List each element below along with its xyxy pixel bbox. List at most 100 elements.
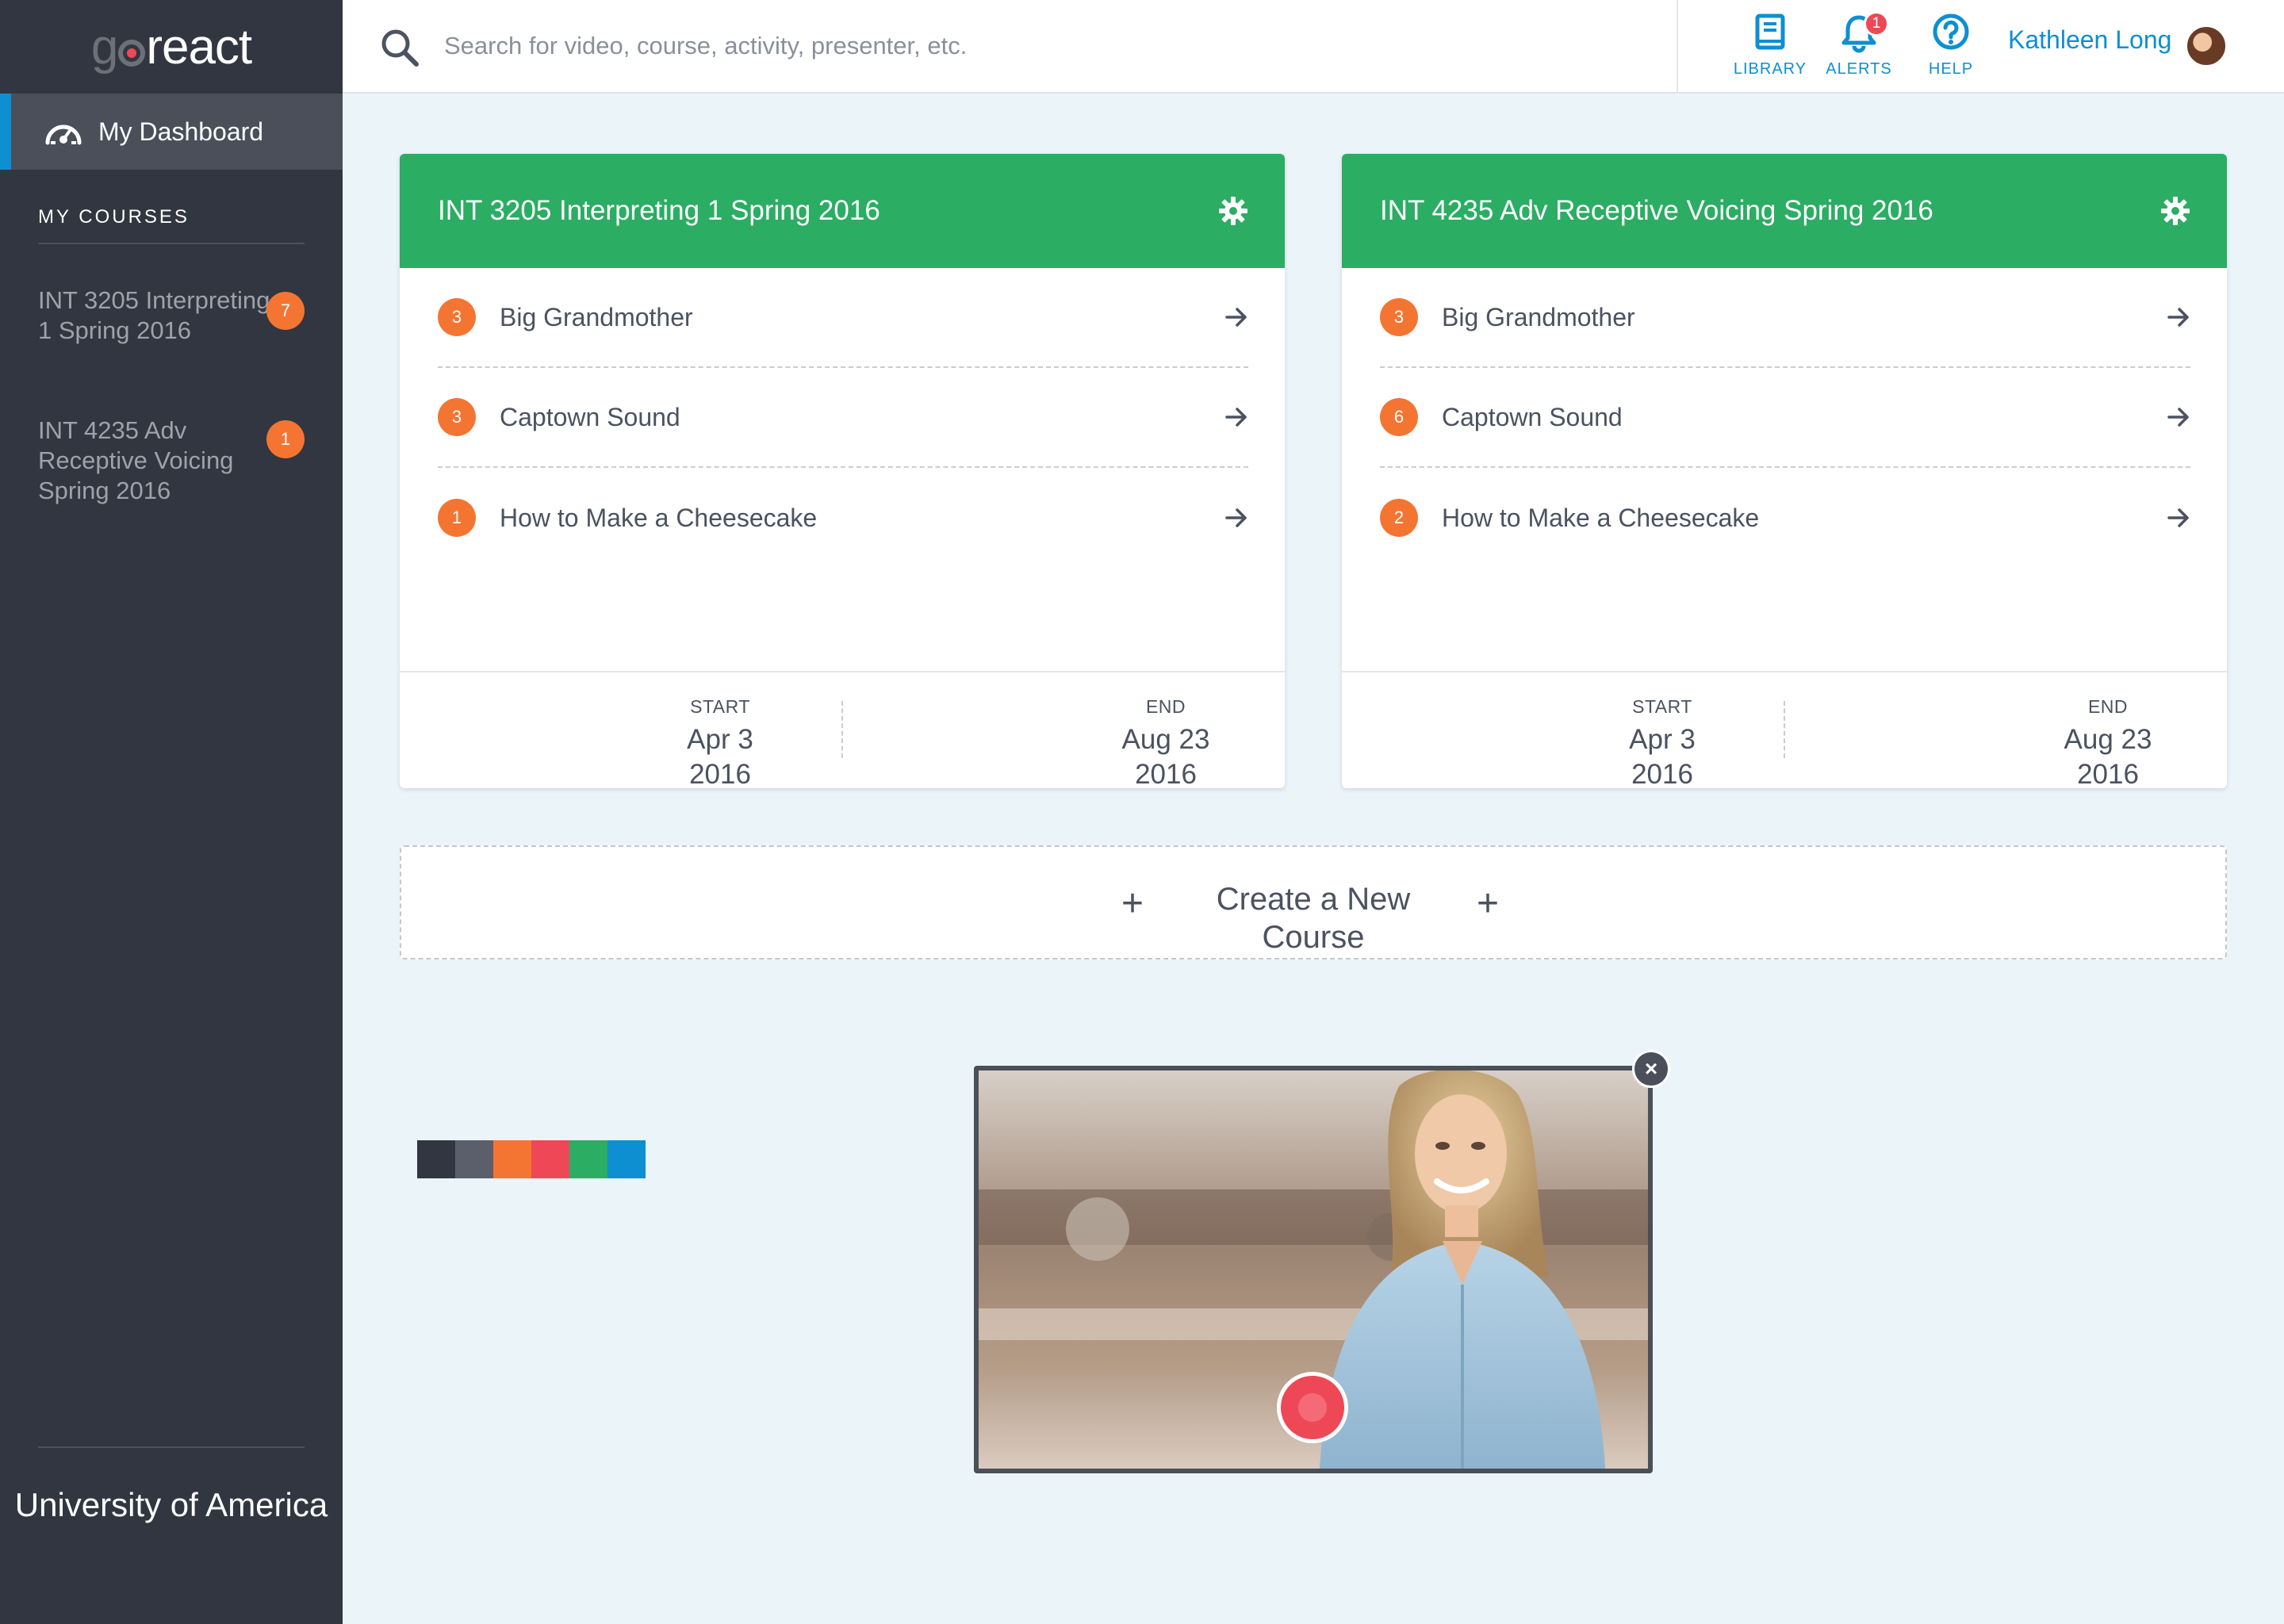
sidebar: g react My Dashboard MY COURSES INT 3205 … — [0, 0, 343, 1624]
color-swatch — [607, 1140, 646, 1178]
notification-badge: 7 — [266, 292, 305, 330]
divider — [38, 1446, 305, 1448]
logo-wordmark: react — [146, 19, 252, 75]
my-courses-heading: MY COURSES — [38, 206, 190, 228]
color-swatch — [531, 1140, 569, 1178]
course-title: INT 4235 Adv Receptive Voicing Spring 20… — [1380, 195, 1933, 226]
activity-list: 3 Big Grandmother 6 Captown Sound 2 How … — [1342, 268, 2227, 568]
record-button[interactable] — [1277, 1372, 1348, 1443]
activity-row[interactable]: 6 Captown Sound — [1380, 368, 2190, 468]
notification-badge: 1 — [266, 420, 305, 458]
start-label: START — [690, 696, 750, 717]
goreact-logo[interactable]: g react — [0, 19, 343, 75]
activity-count-badge: 3 — [438, 298, 476, 336]
end-year-value: 2016 — [1135, 759, 1197, 788]
course-card: INT 4235 Adv Receptive Voicing Spring 20… — [1342, 154, 2227, 788]
sidebar-course-int3205[interactable]: INT 3205 Interpreting 1 Spring 2016 — [38, 285, 276, 346]
divider — [841, 701, 843, 758]
plus-icon: + — [1477, 883, 1500, 925]
top-bar: LIBRARY 1 ALERTS HELP Kathleen Long — [343, 0, 2284, 94]
activity-row[interactable]: 1 How to Make a Cheesecake — [438, 468, 1248, 568]
color-swatch — [493, 1140, 531, 1178]
alerts-button[interactable]: 1 ALERTS — [1811, 11, 1907, 84]
library-label: LIBRARY — [1733, 60, 1807, 78]
divider — [38, 243, 305, 244]
start-year-value: 2016 — [689, 759, 751, 788]
library-button[interactable]: LIBRARY — [1723, 13, 1818, 84]
activity-title: How to Make a Cheesecake — [500, 503, 818, 532]
arrow-right-icon[interactable] — [2167, 405, 2190, 429]
arrow-right-icon[interactable] — [2167, 305, 2190, 329]
divider — [1342, 671, 2227, 672]
university-name: University of America — [14, 1486, 328, 1523]
book-icon — [1755, 13, 1785, 50]
activity-row[interactable]: 3 Big Grandmother — [438, 268, 1248, 368]
arrow-right-icon[interactable] — [1224, 305, 1248, 329]
user-menu[interactable]: Kathleen Long — [2008, 25, 2171, 55]
create-course-label: Create a New Course — [1216, 882, 1411, 955]
plus-icon: + — [1121, 883, 1144, 925]
help-button[interactable]: HELP — [1903, 13, 1998, 84]
sidebar-course-int4235[interactable]: INT 4235 Adv Receptive Voicing Spring 20… — [38, 416, 276, 506]
start-date: START Apr 3 2016 — [601, 696, 839, 788]
logo-record-dot-icon — [118, 39, 146, 67]
color-swatch — [455, 1140, 493, 1178]
arrow-right-icon[interactable] — [1224, 506, 1248, 530]
end-date: END Aug 23 2016 — [1047, 696, 1285, 788]
start-date-value: Apr 3 — [687, 724, 753, 755]
start-year-value: 2016 — [1631, 759, 1693, 788]
speedometer-icon — [45, 124, 82, 145]
activity-row[interactable]: 2 How to Make a Cheesecake — [1380, 468, 2190, 568]
end-date-value: Aug 23 — [2064, 724, 2152, 755]
activity-title: How to Make a Cheesecake — [1442, 503, 1760, 532]
end-label: END — [2087, 696, 2129, 717]
divider — [1784, 701, 1785, 758]
activity-count-badge: 6 — [1380, 398, 1418, 436]
help-icon — [1933, 13, 1969, 50]
course-card: INT 3205 Interpreting 1 Spring 2016 3 Bi… — [400, 154, 1285, 788]
activity-title: Big Grandmother — [1442, 302, 1635, 331]
activity-list: 3 Big Grandmother 3 Captown Sound 1 How … — [400, 268, 1285, 568]
create-course-button[interactable]: + Create a New Course + — [400, 845, 2227, 959]
activity-title: Captown Sound — [500, 402, 680, 431]
color-palette — [417, 1140, 646, 1178]
color-swatch — [569, 1140, 607, 1178]
activity-title: Big Grandmother — [500, 302, 693, 331]
arrow-right-icon[interactable] — [2167, 506, 2190, 530]
close-video-button[interactable]: × — [1632, 1050, 1670, 1088]
record-dot-icon — [1298, 1393, 1327, 1422]
course-title: INT 3205 Interpreting 1 Spring 2016 — [438, 195, 880, 226]
activity-count-badge: 1 — [438, 499, 476, 537]
search-input[interactable] — [444, 24, 1634, 68]
color-swatch — [417, 1140, 455, 1178]
end-date: END Aug 23 2016 — [1989, 696, 2227, 788]
activity-count-badge: 3 — [1380, 298, 1418, 336]
avatar[interactable] — [2186, 25, 2227, 67]
active-indicator — [0, 94, 11, 170]
end-label: END — [1145, 696, 1186, 717]
end-year-value: 2016 — [2077, 759, 2139, 788]
activity-count-badge: 2 — [1380, 499, 1418, 537]
gear-icon[interactable] — [2160, 196, 2190, 226]
arrow-right-icon[interactable] — [1224, 405, 1248, 429]
start-date-value: Apr 3 — [1629, 724, 1696, 755]
help-label: HELP — [1928, 60, 1974, 78]
activity-row[interactable]: 3 Big Grandmother — [1380, 268, 2190, 368]
activity-row[interactable]: 3 Captown Sound — [438, 368, 1248, 468]
activity-count-badge: 3 — [438, 398, 476, 436]
alerts-label: ALERTS — [1826, 60, 1892, 78]
course-card-header[interactable]: INT 4235 Adv Receptive Voicing Spring 20… — [1342, 154, 2227, 268]
activity-title: Captown Sound — [1442, 402, 1623, 431]
divider — [400, 671, 1285, 672]
sidebar-item-label: My Dashboard — [98, 117, 264, 146]
course-card-header[interactable]: INT 3205 Interpreting 1 Spring 2016 — [400, 154, 1285, 268]
end-date-value: Aug 23 — [1121, 724, 1210, 755]
alerts-count-badge: 1 — [1864, 11, 1889, 36]
start-label: START — [1632, 696, 1692, 717]
start-date: START Apr 3 2016 — [1543, 696, 1781, 788]
logo-go-mark: g — [91, 19, 146, 75]
gear-icon[interactable] — [1218, 196, 1248, 226]
divider — [1677, 0, 1678, 94]
sidebar-item-dashboard[interactable]: My Dashboard — [0, 94, 343, 170]
search-icon — [381, 29, 419, 67]
